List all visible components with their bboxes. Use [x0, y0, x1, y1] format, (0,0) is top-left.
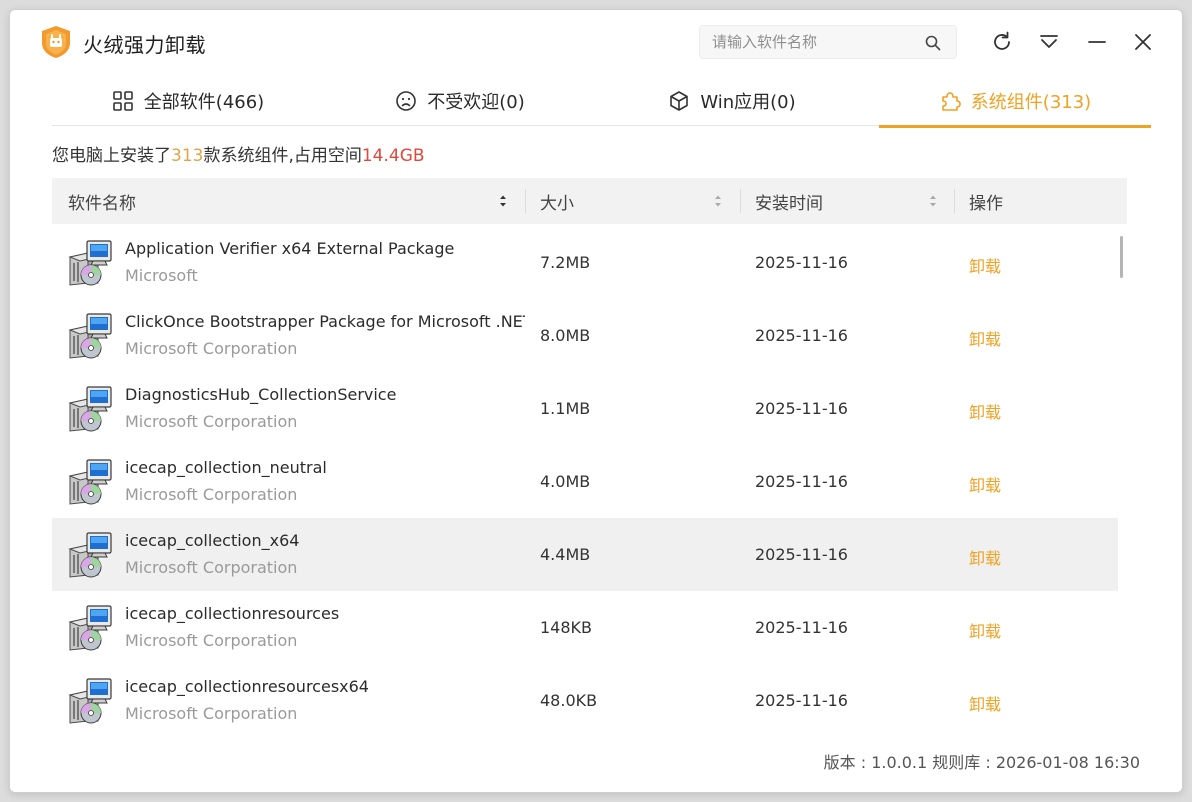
installer-package-icon	[67, 385, 115, 433]
software-name: icecap_collectionresourcesx64	[125, 677, 369, 696]
menu-icon[interactable]	[1037, 30, 1061, 54]
column-header-action: 操作	[969, 178, 1109, 224]
install-date: 2025-11-16	[755, 399, 848, 418]
refresh-icon[interactable]	[990, 30, 1014, 54]
software-publisher: Microsoft	[125, 266, 198, 285]
cube-icon	[670, 91, 689, 111]
summary-middle: 款系统组件,占用空间	[203, 146, 362, 166]
uninstall-button[interactable]: 卸载	[969, 545, 1001, 569]
software-name: ClickOnce Bootstrapper Package for Micro…	[125, 312, 525, 331]
tab-label: Win应用(0)	[700, 92, 796, 113]
software-publisher: Microsoft Corporation	[125, 485, 298, 504]
app-title: 火绒强力卸载	[83, 33, 206, 57]
grid-icon	[112, 91, 133, 111]
uninstall-button[interactable]: 卸载	[969, 399, 1001, 423]
install-date: 2025-11-16	[755, 691, 848, 710]
uninstall-button[interactable]: 卸载	[969, 618, 1001, 642]
title-bar: 火绒强力卸载	[10, 10, 1182, 74]
uninstall-button[interactable]: 卸载	[969, 691, 1001, 715]
column-header-label: 操作	[969, 193, 1003, 214]
sort-icon[interactable]	[498, 193, 508, 209]
software-publisher: Microsoft Corporation	[125, 631, 298, 650]
table-row[interactable]: icecap_collectionresourcesx64 Microsoft …	[52, 664, 1118, 737]
summary-prefix: 您电脑上安装了	[52, 146, 171, 166]
software-size: 1.1MB	[540, 399, 591, 418]
software-publisher: Microsoft Corporation	[125, 704, 298, 723]
uninstall-button[interactable]: 卸载	[969, 253, 1001, 277]
column-header-label: 软件名称	[68, 193, 136, 214]
column-header-label: 安装时间	[755, 193, 823, 214]
uninstall-button[interactable]: 卸载	[969, 472, 1001, 496]
software-name: DiagnosticsHub_CollectionService	[125, 385, 397, 404]
column-divider	[740, 189, 741, 213]
install-date: 2025-11-16	[755, 326, 848, 345]
column-divider	[525, 189, 526, 213]
summary-size: 14.4GB	[361, 146, 425, 166]
version-info: 版本 : 1.0.0.1 规则库 : 2026-01-08 16:30	[823, 753, 1140, 772]
table-row[interactable]: icecap_collection_x64 Microsoft Corporat…	[52, 518, 1118, 591]
software-publisher: Microsoft Corporation	[125, 339, 298, 358]
column-header-label: 大小	[540, 193, 574, 214]
software-publisher: Microsoft Corporation	[125, 558, 298, 577]
uninstall-button[interactable]: 卸载	[969, 326, 1001, 350]
installer-package-icon	[67, 239, 115, 287]
software-size: 7.2MB	[540, 253, 591, 272]
table-row[interactable]: ClickOnce Bootstrapper Package for Micro…	[52, 299, 1118, 372]
search-input[interactable]	[712, 32, 912, 52]
column-header-install-time[interactable]: 安装时间	[755, 178, 955, 224]
minimize-icon[interactable]	[1085, 30, 1109, 54]
search-icon[interactable]	[924, 34, 942, 52]
list-scrollbar[interactable]	[1120, 236, 1123, 278]
table-row[interactable]: icecap_collection_neutral Microsoft Corp…	[52, 445, 1118, 518]
app-window: 火绒强力卸载 请输入软件名称 全部软件(466) 不受欢迎(0) Win应用(0…	[9, 9, 1183, 793]
software-list: Application Verifier x64 External Packag…	[52, 226, 1118, 740]
table-header: 软件名称 大小 安装时间 操作	[52, 178, 1127, 224]
tab-label: 不受欢迎(0)	[427, 92, 525, 113]
software-size: 148KB	[540, 618, 593, 637]
install-date: 2025-11-16	[755, 472, 848, 491]
table-row[interactable]: Application Verifier x64 External Packag…	[52, 226, 1118, 299]
column-header-name[interactable]: 软件名称	[68, 178, 528, 224]
search-box[interactable]	[699, 25, 957, 59]
summary-count: 313	[171, 146, 204, 166]
software-name: Application Verifier x64 External Packag…	[125, 239, 455, 258]
install-date: 2025-11-16	[755, 618, 848, 637]
installer-package-icon	[67, 604, 115, 652]
software-size: 48.0KB	[540, 691, 598, 710]
app-logo-icon	[42, 26, 70, 58]
table-row[interactable]: icecap_collectionresources Microsoft Cor…	[52, 591, 1118, 664]
column-header-size[interactable]: 大小	[540, 178, 740, 224]
install-date: 2025-11-16	[755, 545, 848, 564]
sort-icon[interactable]	[928, 193, 938, 209]
software-size: 4.0MB	[540, 472, 591, 491]
installer-package-icon	[67, 458, 115, 506]
tab-system-components[interactable]: 系统组件(313)	[879, 76, 1151, 128]
tab-label: 全部软件(466)	[143, 92, 265, 113]
tab-all-software[interactable]: 全部软件(466)	[52, 76, 324, 126]
software-size: 8.0MB	[540, 326, 591, 345]
installer-package-icon	[67, 677, 115, 725]
tab-unwanted[interactable]: 不受欢迎(0)	[324, 76, 596, 126]
software-name: icecap_collection_x64	[125, 531, 300, 550]
tab-win-apps[interactable]: Win应用(0)	[596, 76, 868, 126]
close-icon[interactable]	[1131, 30, 1155, 54]
software-name: icecap_collection_neutral	[125, 458, 327, 477]
column-divider	[954, 189, 955, 213]
sad-face-icon	[396, 91, 417, 111]
install-summary: 您电脑上安装了313款系统组件,占用空间14.4GB	[52, 141, 425, 166]
tab-label: 系统组件(313)	[970, 92, 1092, 113]
installer-package-icon	[67, 531, 115, 579]
table-row[interactable]: DiagnosticsHub_CollectionService Microso…	[52, 372, 1118, 445]
software-publisher: Microsoft Corporation	[125, 412, 298, 431]
software-size: 4.4MB	[540, 545, 591, 564]
puzzle-icon	[941, 92, 961, 111]
software-name: icecap_collectionresources	[125, 604, 340, 623]
installer-package-icon	[67, 312, 115, 360]
sort-icon[interactable]	[713, 193, 723, 209]
install-date: 2025-11-16	[755, 253, 848, 272]
category-tabs: 全部软件(466) 不受欢迎(0) Win应用(0) 系统组件(313)	[52, 76, 1151, 128]
